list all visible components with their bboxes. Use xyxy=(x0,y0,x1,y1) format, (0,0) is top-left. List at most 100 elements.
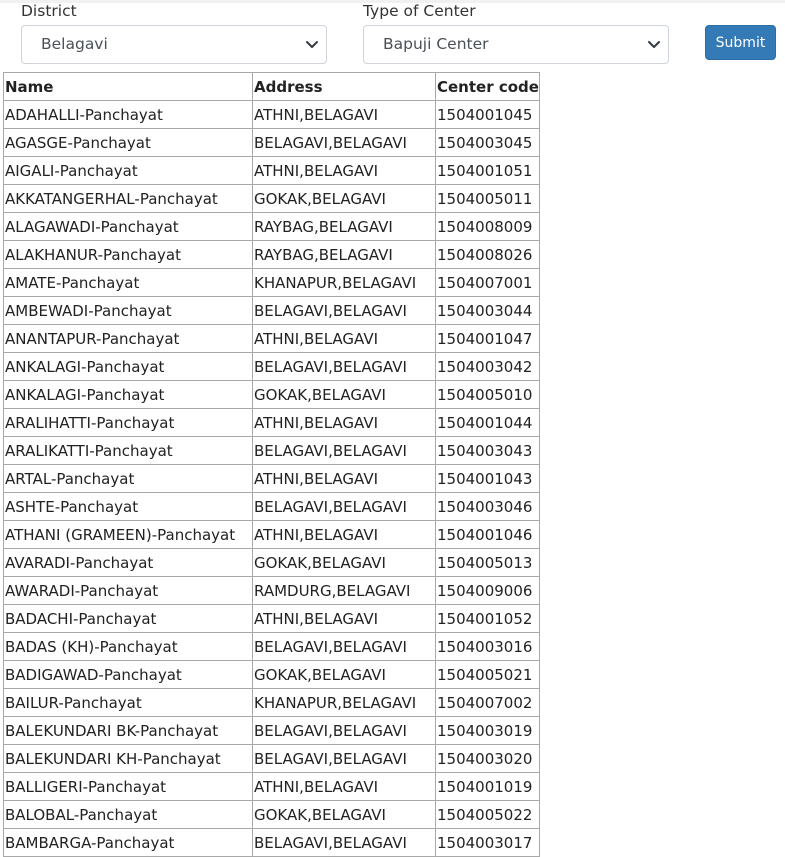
cell-center-code: 1504007002 xyxy=(435,688,540,717)
cell-address: GOKAK,BELAGAVI xyxy=(252,800,436,829)
cell-center-code: 1504001043 xyxy=(435,464,540,493)
table-row: ADAHALLI-Panchayat ATHNI,BELAGAVI 15040010… xyxy=(3,100,540,129)
table-row: BAILUR-Panchayat KHANAPUR,BELAGAVI 1504007… xyxy=(3,688,540,717)
cell-center-code: 1504008026 xyxy=(435,240,540,269)
cell-address: ATHNI,BELAGAVI xyxy=(252,324,436,353)
header-center-code: Center code xyxy=(435,72,540,101)
cell-address: ATHNI,BELAGAVI xyxy=(252,408,436,437)
table-row: ASHTE-Panchayat BELAGAVI,BELAGAVI 15040030… xyxy=(3,492,540,521)
table-row: ARALIKATTI-Panchayat BELAGAVI,BELAGAVI 150… xyxy=(3,436,540,465)
cell-center-code: 1504001019 xyxy=(435,772,540,801)
table-row: AGASGE-Panchayat BELAGAVI,BELAGAVI 1504003… xyxy=(3,128,540,157)
district-select[interactable]: Belagavi xyxy=(21,25,327,64)
table-row: BALEKUNDARI BK-Panchayat BELAGAVI,BELAGAV… xyxy=(3,716,540,745)
cell-center-code: 1504003020 xyxy=(435,744,540,773)
centers-table: Name Address Center code ADAHALLI-Pancha… xyxy=(3,72,540,857)
cell-address: GOKAK,BELAGAVI xyxy=(252,380,436,409)
center-type-selected-value: Bapuji Center xyxy=(383,35,489,53)
table-row: AVARADI-Panchayat GOKAK,BELAGAVI 150400501… xyxy=(3,548,540,577)
cell-center-code: 1504008009 xyxy=(435,212,540,241)
cell-name: ATHANI (GRAMEEN)-Panchayat xyxy=(3,520,253,549)
cell-address: BELAGAVI,BELAGAVI xyxy=(252,128,436,157)
table-row: BALLIGERI-Panchayat ATHNI,BELAGAVI 1504001… xyxy=(3,772,540,801)
cell-center-code: 1504005013 xyxy=(435,548,540,577)
cell-center-code: 1504005011 xyxy=(435,184,540,213)
table-row: AMBEWADI-Panchayat BELAGAVI,BELAGAVI 15040… xyxy=(3,296,540,325)
table-row: ATHANI (GRAMEEN)-Panchayat ATHNI,BELAGAVI… xyxy=(3,520,540,549)
cell-address: GOKAK,BELAGAVI xyxy=(252,184,436,213)
cell-name: BAMBARGA-Panchayat xyxy=(3,828,253,857)
table-row: AKKATANGERHAL-Panchayat GOKAK,BELAGAVI 150… xyxy=(3,184,540,213)
cell-center-code: 1504001046 xyxy=(435,520,540,549)
cell-center-code: 1504003016 xyxy=(435,632,540,661)
cell-name: ARALIHATTI-Panchayat xyxy=(3,408,253,437)
cell-center-code: 1504003019 xyxy=(435,716,540,745)
cell-name: BADIGAWAD-Panchayat xyxy=(3,660,253,689)
cell-name: ADAHALLI-Panchayat xyxy=(3,100,253,129)
cell-name: AMATE-Panchayat xyxy=(3,268,253,297)
cell-name: BADAS (KH)-Panchayat xyxy=(3,632,253,661)
cell-name: BADACHI-Panchayat xyxy=(3,604,253,633)
cell-name: AVARADI-Panchayat xyxy=(3,548,253,577)
cell-center-code: 1504009006 xyxy=(435,576,540,605)
table-row: ALAKHANUR-Panchayat RAYBAG,BELAGAVI 150400… xyxy=(3,240,540,269)
cell-center-code: 1504005022 xyxy=(435,800,540,829)
cell-address: BELAGAVI,BELAGAVI xyxy=(252,492,436,521)
submit-button[interactable]: Submit xyxy=(705,25,776,60)
cell-address: BELAGAVI,BELAGAVI xyxy=(252,744,436,773)
table-row: BADAS (KH)-Panchayat BELAGAVI,BELAGAVI 150… xyxy=(3,632,540,661)
center-type-label: Type of Center xyxy=(363,2,476,20)
cell-address: ATHNI,BELAGAVI xyxy=(252,156,436,185)
cell-center-code: 1504001052 xyxy=(435,604,540,633)
chevron-down-icon xyxy=(648,41,660,48)
cell-address: ATHNI,BELAGAVI xyxy=(252,520,436,549)
table-row: BADIGAWAD-Panchayat GOKAK,BELAGAVI 1504005… xyxy=(3,660,540,689)
table-row: ANKALAGI-Panchayat GOKAK,BELAGAVI 15040050… xyxy=(3,380,540,409)
table-row: ARTAL-Panchayat ATHNI,BELAGAVI 1504001043 xyxy=(3,464,540,493)
cell-address: BELAGAVI,BELAGAVI xyxy=(252,716,436,745)
table-row: AWARADI-Panchayat RAMDURG,BELAGAVI 1504009… xyxy=(3,576,540,605)
table-row: BALEKUNDARI KH-Panchayat BELAGAVI,BELAGAV… xyxy=(3,744,540,773)
cell-name: AMBEWADI-Panchayat xyxy=(3,296,253,325)
header-name: Name xyxy=(3,72,253,101)
table-row: BALOBAL-Panchayat GOKAK,BELAGAVI 150400502… xyxy=(3,800,540,829)
cell-address: BELAGAVI,BELAGAVI xyxy=(252,352,436,381)
cell-center-code: 1504001051 xyxy=(435,156,540,185)
cell-address: BELAGAVI,BELAGAVI xyxy=(252,436,436,465)
cell-address: RAYBAG,BELAGAVI xyxy=(252,212,436,241)
cell-center-code: 1504003046 xyxy=(435,492,540,521)
district-selected-value: Belagavi xyxy=(41,35,108,53)
cell-address: ATHNI,BELAGAVI xyxy=(252,464,436,493)
cell-center-code: 1504005010 xyxy=(435,380,540,409)
table-row: ANANTAPUR-Panchayat ATHNI,BELAGAVI 1504001… xyxy=(3,324,540,353)
cell-name: AGASGE-Panchayat xyxy=(3,128,253,157)
cell-name: ALAGAWADI-Panchayat xyxy=(3,212,253,241)
cell-address: BELAGAVI,BELAGAVI xyxy=(252,632,436,661)
cell-address: GOKAK,BELAGAVI xyxy=(252,660,436,689)
table-row: BADACHI-Panchayat ATHNI,BELAGAVI 150400105… xyxy=(3,604,540,633)
table-row: BAMBARGA-Panchayat BELAGAVI,BELAGAVI 15040… xyxy=(3,828,540,857)
cell-name: ALAKHANUR-Panchayat xyxy=(3,240,253,269)
table-row: ARALIHATTI-Panchayat ATHNI,BELAGAVI 150400… xyxy=(3,408,540,437)
cell-name: ASHTE-Panchayat xyxy=(3,492,253,521)
header-address: Address xyxy=(252,72,436,101)
cell-address: BELAGAVI,BELAGAVI xyxy=(252,296,436,325)
cell-address: ATHNI,BELAGAVI xyxy=(252,604,436,633)
table-row: ANKALAGI-Panchayat BELAGAVI,BELAGAVI 15040… xyxy=(3,352,540,381)
cell-center-code: 1504003043 xyxy=(435,436,540,465)
cell-center-code: 1504001045 xyxy=(435,100,540,129)
cell-center-code: 1504001047 xyxy=(435,324,540,353)
table-row: AIGALI-Panchayat ATHNI,BELAGAVI 1504001051 xyxy=(3,156,540,185)
cell-address: ATHNI,BELAGAVI xyxy=(252,772,436,801)
cell-name: AWARADI-Panchayat xyxy=(3,576,253,605)
cell-center-code: 1504003042 xyxy=(435,352,540,381)
cell-address: BELAGAVI,BELAGAVI xyxy=(252,828,436,857)
cell-address: ATHNI,BELAGAVI xyxy=(252,100,436,129)
cell-center-code: 1504003045 xyxy=(435,128,540,157)
center-type-select[interactable]: Bapuji Center xyxy=(363,25,669,64)
cell-center-code: 1504005021 xyxy=(435,660,540,689)
cell-address: GOKAK,BELAGAVI xyxy=(252,548,436,577)
cell-name: ANKALAGI-Panchayat xyxy=(3,380,253,409)
cell-address: RAYBAG,BELAGAVI xyxy=(252,240,436,269)
cell-address: RAMDURG,BELAGAVI xyxy=(252,576,436,605)
